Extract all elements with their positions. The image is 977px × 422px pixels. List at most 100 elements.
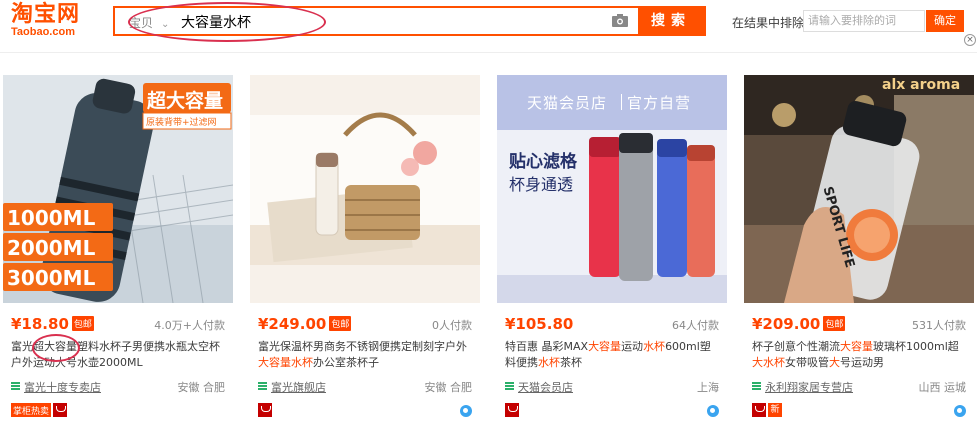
price-row: ¥18.80 包邮 4.0万+人付款 (11, 315, 225, 333)
title-part-highlight: 大容量水杯 (258, 356, 313, 369)
header-divider (0, 52, 977, 53)
shop-location: 山西 运城 (918, 381, 967, 394)
shop-row: 永利翔家居专营店 山西 运城 (752, 379, 966, 395)
free-shipping-badge: 包邮 (71, 316, 94, 331)
wangwang-chat-icon[interactable] (954, 405, 966, 417)
product-image[interactable]: 天猫会员店 官方自营 贴心滤格 杯身通透 (497, 75, 727, 303)
camera-icon[interactable] (612, 14, 628, 27)
annotation-circle-search (128, 2, 326, 42)
image-volume-1: 1000ML (7, 206, 96, 230)
title-part-highlight: 水杯 (538, 356, 560, 369)
shop-location: 安徽 合肥 (424, 381, 473, 394)
product-image[interactable]: 超大容量 原装背带+过滤网 1000ML 2000ML 3000ML (3, 75, 233, 303)
exclude-label: 在结果中排除 (732, 16, 805, 30)
title-part: 办公室茶杯子 (313, 356, 379, 369)
shop-name-link[interactable]: 永利翔家居专营店 (765, 379, 853, 395)
title-part: 玻璃杯1000ml超 (873, 340, 959, 353)
search-button[interactable]: 搜索 (638, 8, 704, 34)
title-part-highlight: 大水杯 (752, 356, 785, 369)
hot-seller-badge: 掌柜热卖 (11, 403, 52, 417)
title-part: 富光 (11, 340, 33, 353)
new-badge: 新 (768, 403, 782, 417)
free-shipping-badge: 包邮 (823, 316, 846, 331)
title-part-highlight: 大 (829, 356, 840, 369)
title-part: 号运动男 (840, 356, 884, 369)
title-part: 特百惠 晶彩MAX (505, 340, 589, 353)
shop-name-link[interactable]: 天猫会员店 (518, 379, 573, 395)
price-value: ¥18.80 (11, 315, 69, 333)
product-image-art (744, 75, 974, 303)
logo-cn-text: 淘宝网 (11, 2, 81, 27)
badges (258, 403, 272, 419)
price-value: ¥209.00 (752, 315, 821, 333)
image-volume-3: 3000ML (7, 266, 96, 290)
tmall-icon[interactable] (505, 403, 519, 417)
product-card[interactable]: 天猫会员店 官方自营 贴心滤格 杯身通透 ¥105.80 64人付款 特百惠 晶… (497, 75, 727, 422)
logo-en-text: Taobao.com (11, 26, 75, 38)
image-volume-2: 2000ML (7, 236, 96, 260)
exclude-input[interactable]: 请输入要排除的词 (803, 10, 925, 32)
image-sign-text: alx aroma (882, 77, 961, 93)
sales-count: 4.0万+人付款 (154, 319, 225, 332)
price: ¥249.00 包邮 (258, 315, 352, 333)
price: ¥209.00 包邮 (752, 315, 846, 333)
title-part: 运动 (621, 340, 644, 353)
sales-count: 531人付款 (912, 319, 966, 332)
price-row: ¥209.00 包邮 531人付款 (752, 315, 966, 333)
title-part-highlight: 水杯 (643, 340, 666, 353)
shop-icon (505, 382, 514, 391)
title-part: 女带吸管 (785, 356, 829, 369)
tmall-icon[interactable] (258, 403, 272, 417)
title-part-highlight: 大容量 (588, 340, 622, 353)
image-banner-text: 超大容量 (147, 90, 224, 112)
title-part-highlight: 大容量 (840, 340, 873, 353)
close-icon[interactable]: × (964, 34, 976, 46)
tmall-icon[interactable] (53, 403, 68, 417)
shop-row: 富光旗舰店 安徽 合肥 (258, 379, 472, 395)
image-tag-2: 杯身通透 (509, 175, 574, 194)
product-card[interactable]: alx aroma SPORT LIFE ¥209.00 包邮 531人付款 杯子… (744, 75, 974, 422)
badges (505, 403, 519, 419)
shop-location: 上海 (697, 381, 719, 394)
shop-location: 安徽 合肥 (177, 381, 226, 394)
shop-icon (258, 382, 267, 391)
badges: 掌柜热卖 (11, 403, 68, 419)
price-value: ¥249.00 (258, 315, 327, 333)
free-shipping-badge: 包邮 (329, 316, 352, 331)
price-row: ¥105.80 64人付款 (505, 315, 719, 333)
shop-row: 富光十度专卖店 安徽 合肥 (11, 379, 225, 395)
shop-icon (752, 382, 761, 391)
product-image[interactable]: alx aroma SPORT LIFE (744, 75, 974, 303)
shop-icon (11, 382, 20, 391)
shop-name-link[interactable]: 富光旗舰店 (271, 379, 326, 395)
shop-row: 天猫会员店 上海 (505, 379, 719, 395)
wangwang-chat-icon[interactable] (460, 405, 472, 417)
confirm-button[interactable]: 确定 (926, 10, 964, 32)
image-tag-1: 贴心滤格 (509, 152, 577, 172)
product-card[interactable]: ¥249.00 包邮 0人付款 富光保温杯男商务不锈钢便携定制刻字户外大容量水杯办… (250, 75, 480, 422)
wangwang-chat-icon[interactable] (707, 405, 719, 417)
badges: 新 (752, 403, 782, 419)
annotation-circle-title (32, 334, 80, 362)
product-image[interactable] (250, 75, 480, 303)
product-card[interactable]: 超大容量 原装背带+过滤网 1000ML 2000ML 3000ML ¥18.8… (3, 75, 233, 422)
tmall-icon[interactable] (752, 403, 766, 417)
price-row: ¥249.00 包邮 0人付款 (258, 315, 472, 333)
taobao-logo[interactable]: 淘宝网 Taobao.com (11, 2, 89, 39)
image-header-text-1: 天猫会员店 (527, 94, 608, 112)
sales-count: 0人付款 (432, 319, 472, 332)
price-value: ¥105.80 (505, 315, 574, 333)
title-part: 富光保温杯男商务不锈钢便携定制刻字户外 (258, 340, 467, 353)
product-title[interactable]: 杯子创意个性潮流大容量玻璃杯1000ml超大水杯女带吸管大号运动男 (752, 339, 968, 371)
sales-count: 64人付款 (672, 319, 719, 332)
image-header-divider (621, 94, 622, 110)
shop-name-link[interactable]: 富光十度专卖店 (24, 379, 101, 395)
image-sub-text: 原装背带+过滤网 (146, 118, 217, 128)
title-part: 杯子创意个性潮流 (752, 340, 840, 353)
price: ¥18.80 包邮 (11, 315, 94, 333)
title-part: 茶杯 (560, 356, 582, 369)
product-title[interactable]: 特百惠 晶彩MAX大容量运动水杯600ml塑料便携水杯茶杯 (505, 339, 721, 371)
price: ¥105.80 (505, 315, 573, 333)
product-title[interactable]: 富光保温杯男商务不锈钢便携定制刻字户外大容量水杯办公室茶杯子 (258, 339, 474, 371)
image-header-text-2: 官方自营 (627, 94, 692, 112)
